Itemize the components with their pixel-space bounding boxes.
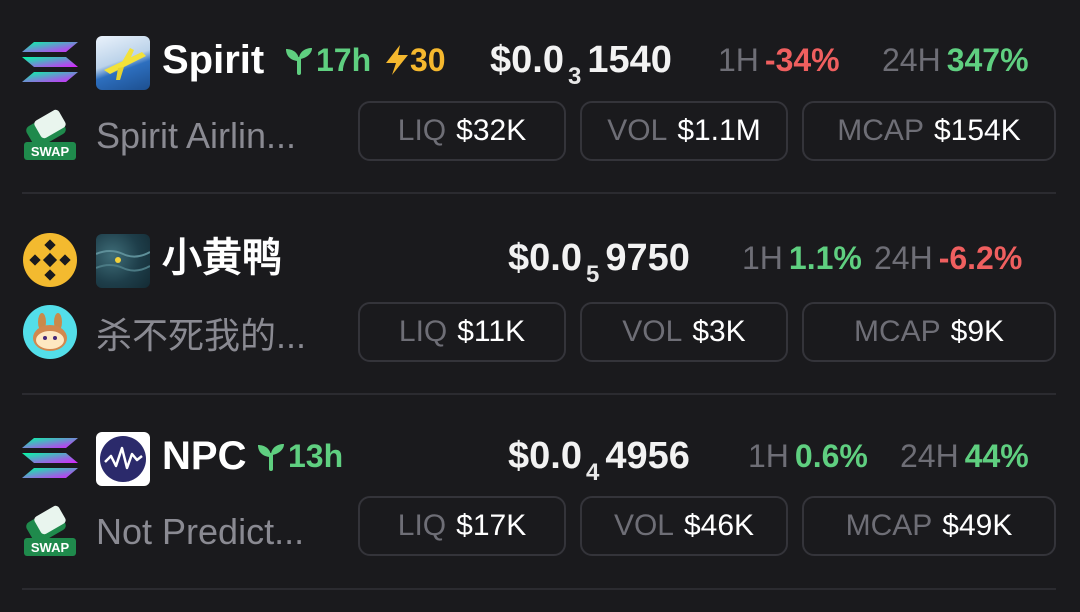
change-24h: 24H -6.2% [874, 240, 1023, 276]
sprout-icon [258, 444, 284, 471]
age-label: 13h [288, 438, 344, 474]
liquidity-pill[interactable]: LIQ $17K [358, 496, 566, 556]
token-price: $0.0 5 9750 [508, 237, 690, 288]
airplane-icon [104, 48, 146, 80]
token-symbol: Spirit [162, 38, 265, 82]
liquidity-pill[interactable]: LIQ $11K [358, 302, 566, 362]
bnb-icon [23, 233, 77, 287]
ocean-image [96, 250, 150, 272]
boost-badge: 30 [384, 36, 446, 84]
token-avatar [96, 234, 150, 288]
row-divider [22, 588, 1056, 590]
age-badge: 13h [254, 432, 343, 480]
svg-text:SWAP: SWAP [31, 540, 70, 555]
token-row[interactable]: Spirit 17h 30 $0.0 3 1540 1H -34% 24H 347% S… [0, 0, 1080, 196]
sprout-icon [286, 48, 312, 75]
market-cap-pill[interactable]: MCAP $49K [802, 496, 1056, 556]
liquidity-pill[interactable]: LIQ $32K [358, 101, 566, 161]
age-label: 17h [316, 42, 372, 78]
change-24h: 24H 44% [900, 438, 1029, 474]
token-row[interactable]: NPC 13h $0.0 4 4956 1H 0.6% 24H 44% SWAP Not… [0, 400, 1080, 596]
market-cap-pill[interactable]: MCAP $154K [802, 101, 1056, 161]
token-name: 杀不死我的... [96, 315, 307, 356]
age-badge: 17h [282, 36, 371, 84]
token-row[interactable]: 小黄鸭 $0.0 5 9750 1H 1.1% 24H -6.2% 杀不死我的... L… [0, 200, 1080, 396]
volume-pill[interactable]: VOL $46K [580, 496, 788, 556]
token-avatar [96, 36, 150, 90]
lightning-icon [386, 45, 408, 75]
row-divider [22, 393, 1056, 395]
market-cap-pill[interactable]: MCAP $9K [802, 302, 1056, 362]
change-1h: 1H 0.6% [748, 438, 868, 474]
volume-pill[interactable]: VOL $3K [580, 302, 788, 362]
price-zero-count: 4 [585, 459, 600, 486]
row-divider [22, 192, 1056, 194]
boost-count: 30 [410, 42, 446, 78]
change-1h: 1H -34% [718, 42, 840, 78]
pancakeswap-icon [23, 305, 77, 359]
token-symbol: 小黄鸭 [162, 236, 282, 280]
price-zero-count: 5 [585, 261, 600, 288]
change-24h: 24H 347% [882, 42, 1029, 78]
svg-text:SWAP: SWAP [31, 144, 70, 159]
token-name: Not Predict... [96, 511, 305, 552]
change-1h: 1H 1.1% [742, 240, 862, 276]
token-price: $0.0 3 1540 [490, 39, 672, 90]
volume-pill[interactable]: VOL $1.1M [580, 101, 788, 161]
token-name: Spirit Airlin... [96, 115, 297, 156]
chart-logo-icon [100, 436, 146, 482]
token-symbol: NPC [162, 434, 247, 478]
token-price: $0.0 4 4956 [508, 435, 690, 486]
price-zero-count: 3 [567, 63, 582, 90]
solana-icon [22, 438, 78, 478]
swap-icon: SWAP [24, 505, 76, 556]
token-avatar [96, 432, 150, 486]
swap-icon: SWAP [24, 109, 76, 160]
solana-icon [22, 42, 78, 82]
